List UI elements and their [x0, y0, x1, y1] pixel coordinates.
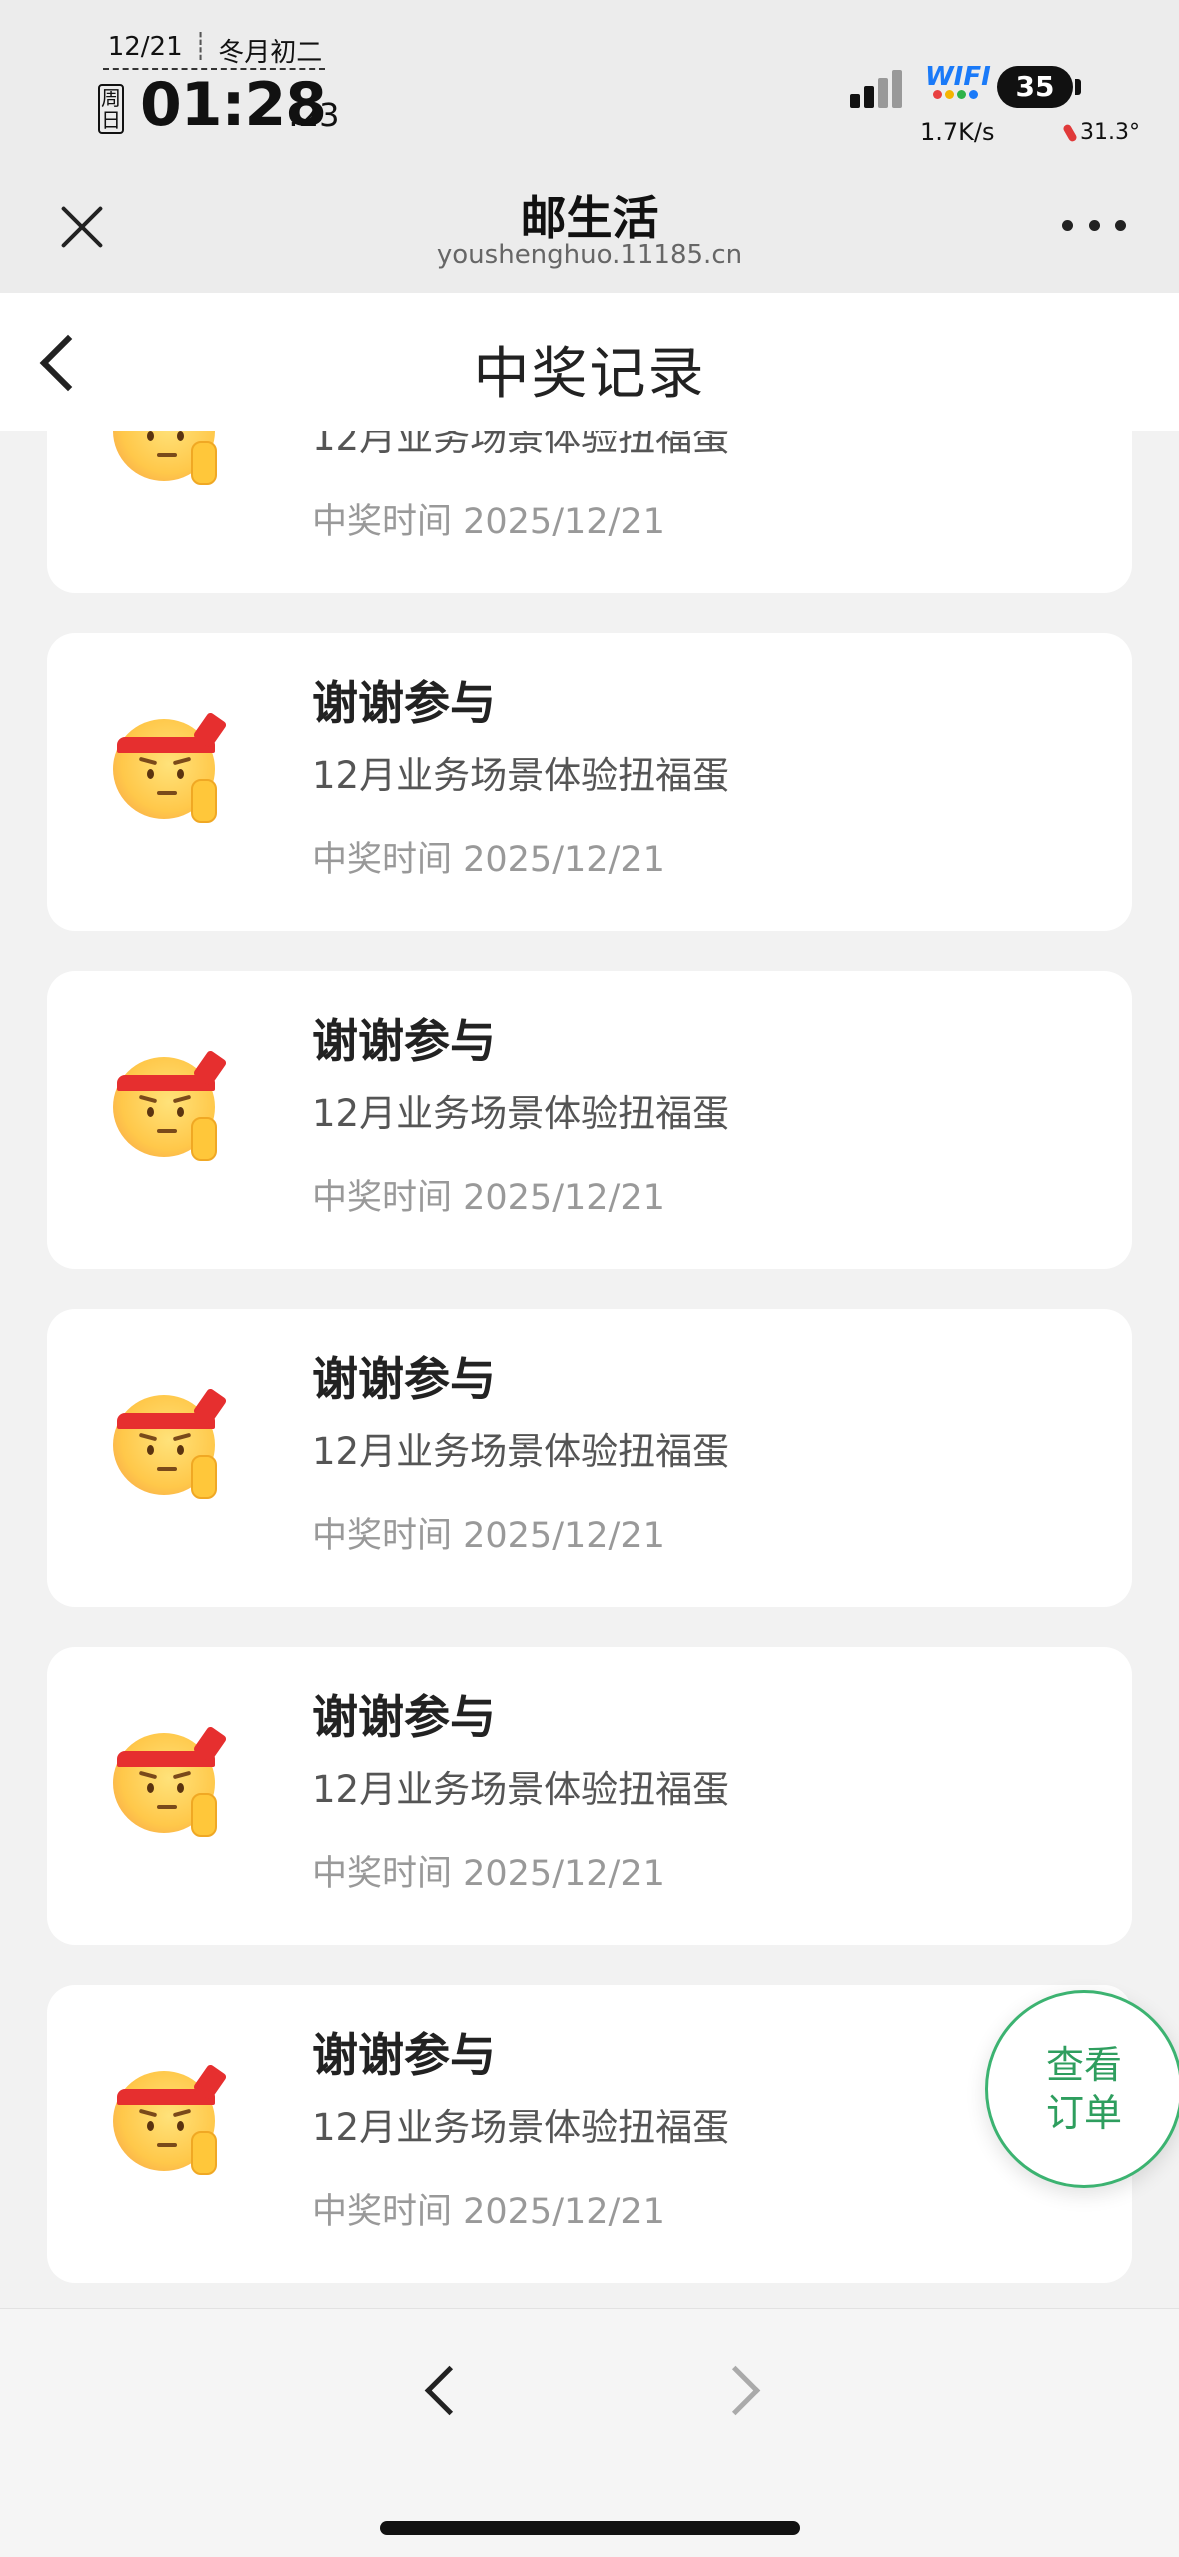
view-orders-button[interactable]: 查看 订单	[985, 1990, 1179, 2188]
prize-name: 谢谢参与	[312, 1690, 496, 1744]
temperature-value: 31.3°	[1080, 120, 1140, 145]
record-card[interactable]: 谢谢参与 12月业务场景体验扭福蛋中奖时间 2025/12/21	[47, 1309, 1132, 1607]
signal-icon	[850, 66, 902, 108]
browser-bottom-bar	[0, 2308, 1179, 2557]
event-name: 12月业务场景体验扭福蛋	[312, 431, 730, 459]
page-title: 中奖记录	[473, 342, 706, 407]
wifi-icon: WIFI	[925, 62, 991, 99]
status-date-row: 12/21 ┊ 冬月初二	[105, 32, 325, 69]
status-date: 12/21	[107, 32, 183, 62]
view-orders-line1: 查看	[1045, 2043, 1122, 2087]
more-icon[interactable]	[1062, 220, 1126, 234]
record-card[interactable]: 谢谢参与 12月业务场景体验扭福蛋中奖时间 2025/12/21	[47, 1647, 1132, 1945]
determined-face-icon	[113, 711, 228, 823]
nav-back-icon[interactable]	[410, 2351, 470, 2431]
temperature: 31.3°	[1062, 120, 1140, 145]
home-indicator[interactable]	[380, 2521, 800, 2535]
view-orders-line2: 订单	[1045, 2091, 1122, 2135]
event-name: 12月业务场景体验扭福蛋	[312, 1430, 730, 1473]
record-card[interactable]: 谢谢参与 12月业务场景体验扭福蛋中奖时间 2025/12/21	[47, 633, 1132, 931]
wifi-label: WIFI	[925, 62, 991, 92]
determined-face-icon	[113, 1049, 228, 1161]
record-card[interactable]: 谢谢参与12月业务场景体验扭福蛋中奖时间 2025/12/21	[47, 431, 1132, 593]
event-name: 12月业务场景体验扭福蛋	[312, 1768, 730, 1811]
thermometer-icon	[1062, 122, 1078, 143]
record-list[interactable]: 谢谢参与12月业务场景体验扭福蛋中奖时间 2025/12/21谢谢参与12月业务…	[0, 431, 1179, 2308]
win-time: 中奖时间 2025/12/21	[312, 1854, 665, 1894]
network-speed: 1.7K/s	[920, 118, 995, 146]
battery-icon: 35	[997, 66, 1073, 108]
win-time: 中奖时间 2025/12/21	[312, 1516, 665, 1556]
page-header: 中奖记录	[0, 293, 1179, 431]
prize-name: 谢谢参与	[312, 676, 496, 730]
browser-title: 邮生活	[520, 191, 659, 245]
record-card[interactable]: 谢谢参与 12月业务场景体验扭福蛋中奖时间 2025/12/21	[47, 971, 1132, 1269]
determined-face-icon	[113, 2063, 228, 2175]
status-seconds: :23	[288, 96, 340, 134]
status-date-separator: ┊	[192, 32, 209, 62]
win-time: 中奖时间 2025/12/21	[312, 1178, 665, 1218]
prize-name: 谢谢参与	[312, 1352, 496, 1406]
prize-name: 谢谢参与	[312, 2028, 496, 2082]
event-name: 12月业务场景体验扭福蛋	[312, 754, 730, 797]
win-time: 中奖时间 2025/12/21	[312, 840, 665, 880]
prize-name: 谢谢参与	[312, 1014, 496, 1068]
status-bar: 12/21 ┊ 冬月初二 周日 01:28 :23 WIFI 35 1.7K/s…	[0, 0, 1179, 175]
event-name: 12月业务场景体验扭福蛋	[312, 1092, 730, 1135]
win-time: 中奖时间 2025/12/21	[312, 502, 665, 542]
determined-face-icon	[113, 1725, 228, 1837]
event-name: 12月业务场景体验扭福蛋	[312, 2106, 730, 2149]
determined-face-icon	[113, 431, 221, 485]
determined-face-icon	[113, 1387, 228, 1499]
browser-url: youshenghuo.11185.cn	[436, 240, 743, 270]
battery-tip	[1075, 79, 1081, 95]
nav-forward-icon[interactable]	[710, 2351, 770, 2431]
win-time: 中奖时间 2025/12/21	[312, 2192, 665, 2232]
record-card[interactable]: 谢谢参与 12月业务场景体验扭福蛋中奖时间 2025/12/21	[47, 1985, 1132, 2283]
status-lunar-date: 冬月初二	[218, 38, 323, 68]
status-weekday: 周日	[98, 84, 124, 134]
